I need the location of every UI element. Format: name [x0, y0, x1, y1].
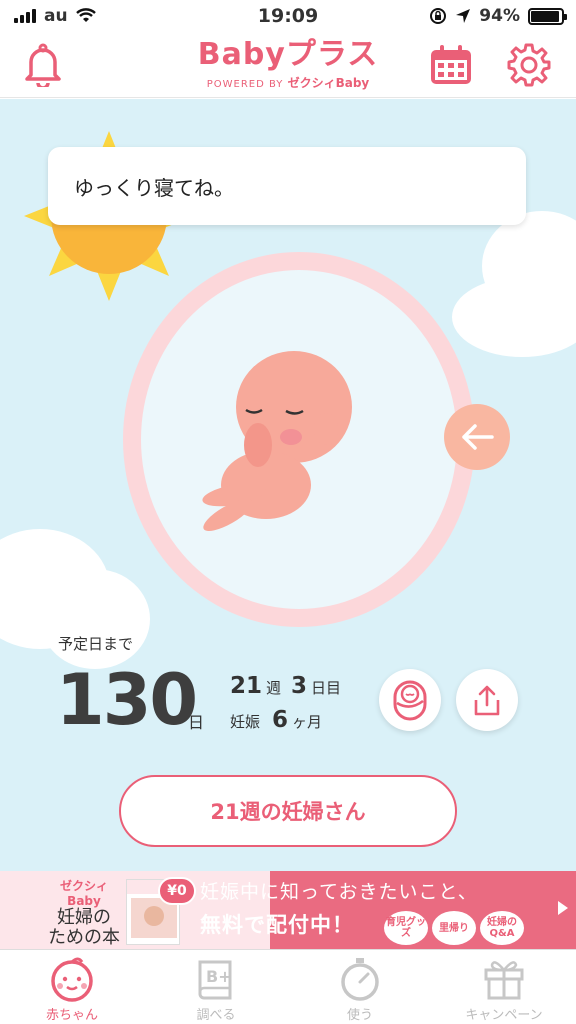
battery-percent: 94% [479, 6, 520, 26]
location-icon [456, 9, 471, 23]
swaddled-baby-icon [393, 680, 427, 721]
week-info-button[interactable]: 21週の妊婦さん [119, 775, 457, 847]
book-title-2: ための本 [48, 927, 120, 948]
tab-baby[interactable]: 赤ちゃん [0, 950, 144, 1024]
months-unit: ヶ月 [292, 713, 323, 731]
status-bar: au 19:09 94% [0, 0, 576, 36]
settings-button[interactable] [506, 42, 552, 88]
banner-tag: 妊婦のQ&A [480, 911, 524, 945]
banner-tag: 里帰り [432, 911, 476, 945]
speech-bubble: ゆっくり寝てね。 [48, 147, 526, 225]
app-logo: Babyプラス POWERED BY ゼクシィBaby [0, 36, 576, 91]
days-remaining: 130 [56, 659, 198, 741]
baby-profile-button[interactable] [379, 669, 441, 731]
banner-book-title: ゼクシィBaby 妊婦の ための本 [44, 877, 124, 948]
status-right: 94% [429, 6, 567, 26]
main-scene: ゆっくり寝てね。 予定日まで 130 日 21 週 3 日目 妊娠 6 ヶ月 2… [0, 99, 576, 871]
logo-subtitle: POWERED BY ゼクシィBaby [0, 74, 576, 91]
app-header: Babyプラス POWERED BY ゼクシィBaby [0, 36, 576, 98]
tab-label: 赤ちゃん [45, 1008, 98, 1023]
fetus-illustration [202, 351, 352, 532]
banner-subline: 無料で配付中！ [200, 913, 354, 937]
month-line: 妊娠 6 ヶ月 [230, 707, 322, 733]
due-date-label: 予定日まで [58, 635, 134, 653]
cloud-left-2 [40, 569, 150, 669]
banner-headline: 妊娠中に知っておきたいこと、 [200, 881, 478, 903]
tab-label: 調べる [196, 1008, 236, 1023]
book-brand: ゼクシィBaby [59, 879, 108, 908]
promo-banner[interactable]: ゼクシィBaby 妊婦の ための本 ¥0 妊娠中に知っておきたいこと、 無料で配… [0, 871, 576, 949]
calendar-button[interactable] [428, 42, 474, 88]
arrow-left-icon [462, 424, 494, 450]
book-plus-icon: B+ [198, 960, 232, 1000]
logo-powered: POWERED BY [206, 79, 284, 90]
week-info-label: 21週の妊婦さん [210, 800, 366, 824]
logo-title: Babyプラス [197, 37, 379, 72]
gift-icon [484, 961, 524, 1000]
day-of-week-unit: 日目 [311, 679, 342, 697]
banner-tag: 育児グッズ [384, 911, 428, 945]
logo-brand: ゼクシィBaby [287, 76, 370, 90]
banner-arrow-icon [558, 901, 568, 915]
share-button[interactable] [456, 669, 518, 731]
orientation-lock-icon [430, 8, 447, 24]
week-line: 21 週 3 日目 [230, 673, 341, 699]
day-of-week-value: 3 [291, 673, 308, 699]
share-icon [474, 685, 500, 716]
pregnancy-label: 妊娠 [230, 713, 261, 731]
svg-text:B+: B+ [206, 967, 232, 986]
back-arrow-button[interactable] [444, 404, 510, 470]
speech-text: ゆっくり寝てね。 [74, 175, 234, 200]
days-unit: 日 [188, 713, 205, 732]
gear-icon [507, 43, 551, 87]
tab-label: キャンペーン [465, 1008, 543, 1023]
battery-icon [528, 7, 567, 25]
months-value: 6 [272, 707, 289, 733]
baby-face-icon [51, 957, 93, 1002]
tab-label: 使う [346, 1008, 373, 1023]
tab-search[interactable]: B+ 調べる [144, 950, 288, 1024]
book-title-1: 妊婦の [57, 907, 111, 928]
tab-bar: 赤ちゃん B+ 調べる 使う キャンペーン [0, 949, 576, 1024]
weeks-unit: 週 [266, 679, 282, 697]
tab-use[interactable]: 使う [288, 950, 432, 1024]
price-badge: ¥0 [158, 877, 196, 905]
weeks-value: 21 [230, 673, 263, 699]
calendar-icon [431, 45, 471, 84]
tab-campaign[interactable]: キャンペーン [432, 950, 576, 1024]
cloud-right-2 [452, 277, 576, 357]
stopwatch-icon [341, 958, 379, 1001]
